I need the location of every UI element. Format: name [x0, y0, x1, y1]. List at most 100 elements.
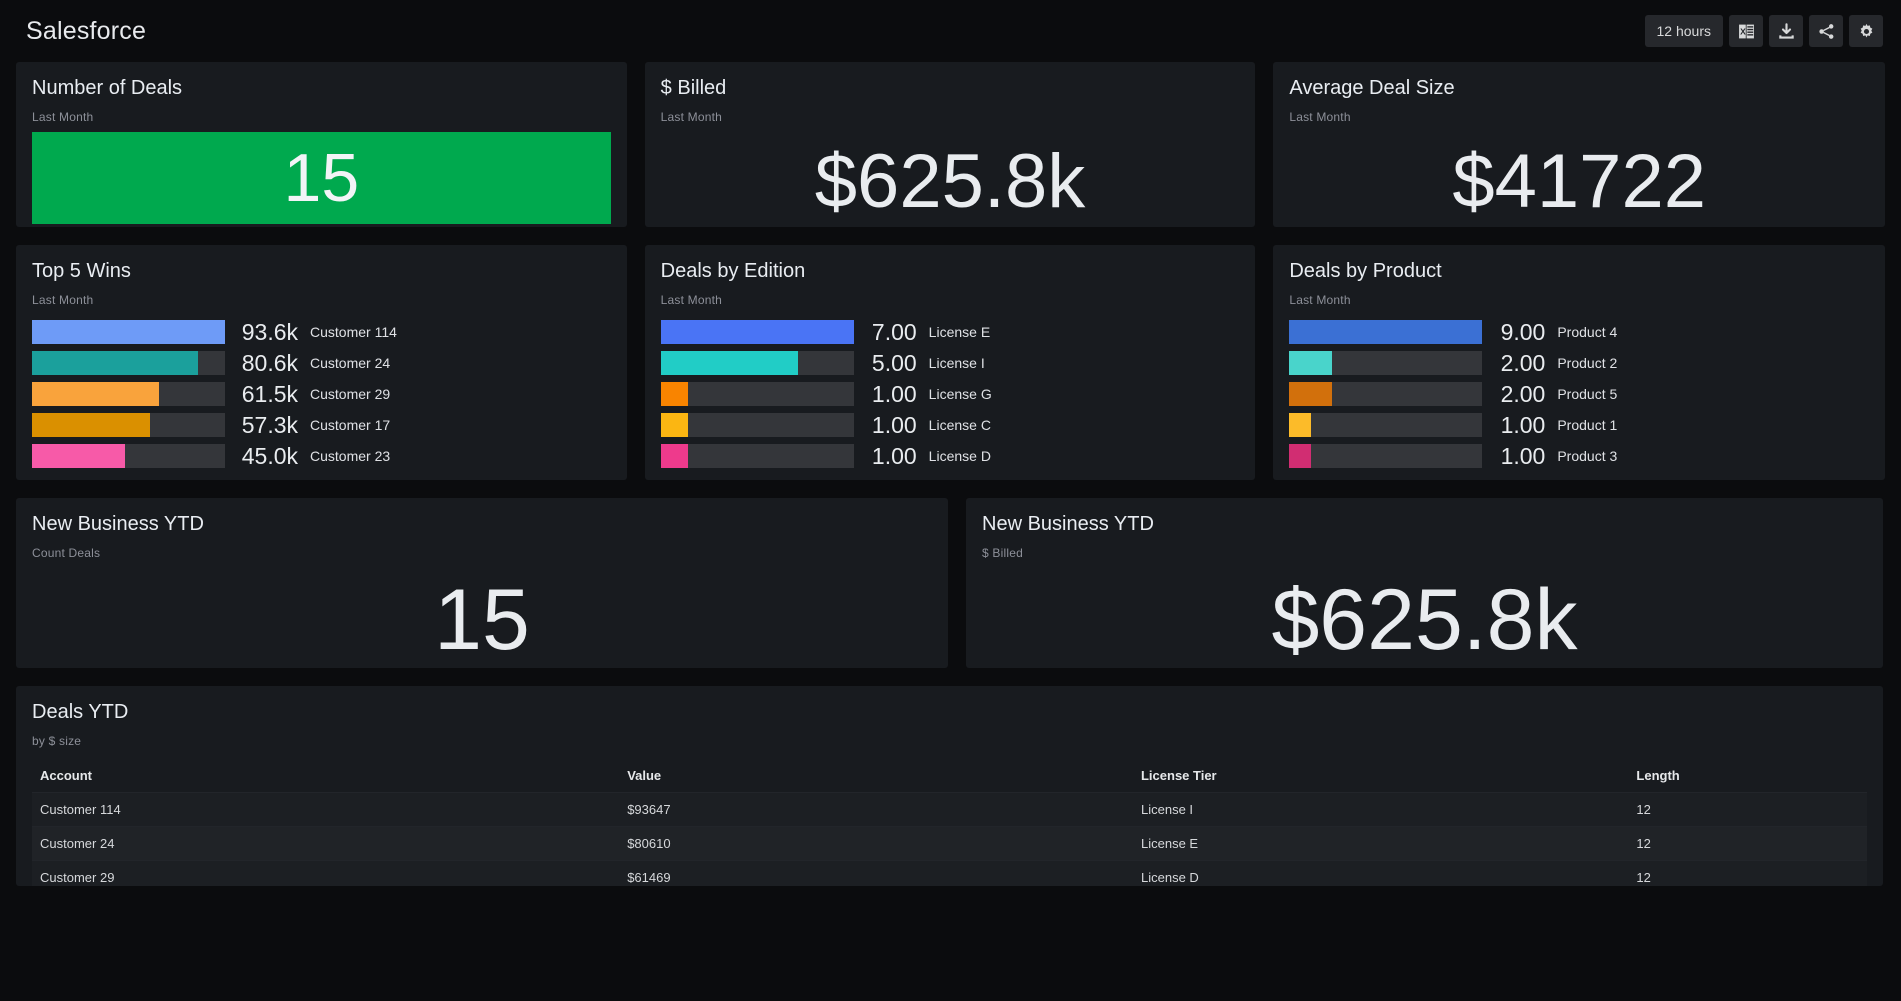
panel-top-5-wins[interactable]: Top 5 Wins Last Month 93.6k Customer 114 8… [16, 245, 627, 480]
bargauge-value: 1.00 [871, 442, 917, 469]
bargauge-fill [32, 444, 125, 468]
table-column-header[interactable]: Length [1628, 762, 1867, 793]
bargauge-value: 1.00 [1500, 442, 1546, 469]
bargauge-value: 45.0k [241, 442, 298, 469]
bargauge-track [660, 413, 854, 437]
panel-subtitle: Count Deals [32, 546, 101, 560]
table-row[interactable]: Customer 114 $93647 License I 12 [32, 792, 1867, 827]
deals-ytd-table: Account Value License Tier Length Customer … [32, 762, 1867, 886]
table-column-header[interactable]: Value [619, 762, 1133, 793]
bargauge-row: 9.00 Product 4 [1289, 317, 1869, 347]
bargauge-label: Product 3 [1557, 448, 1618, 464]
table-cell: 12 [1628, 860, 1867, 886]
bargauge-value: 57.3k [241, 411, 298, 438]
table-row[interactable]: Customer 29 $61469 License D 12 [32, 860, 1867, 886]
bargauge-row: 57.3k Customer 17 [32, 410, 611, 440]
bargauge-fill [32, 382, 159, 406]
bargauge-track [1289, 351, 1483, 375]
panel-average-deal-size[interactable]: Average Deal Size Last Month $41722 [1273, 62, 1886, 227]
panel-new-business-billed[interactable]: New Business YTD $ Billed $625.8k [966, 498, 1883, 668]
bargauge-row: 93.6k Customer 114 [32, 317, 611, 347]
bargauge-track [660, 320, 854, 344]
download-icon[interactable] [1769, 15, 1803, 47]
bargauge-track [660, 444, 854, 468]
panel-billed[interactable]: $ Billed Last Month $625.8k [644, 62, 1256, 227]
panel-title: New Business YTD [982, 513, 1154, 535]
bargauge-label: License D [928, 448, 991, 464]
bargauge-row: 1.00 Product 3 [1289, 441, 1869, 471]
stat-value: $625.8k [814, 139, 1086, 224]
bargauge-fill [1289, 351, 1333, 375]
bargauge-fill [660, 382, 689, 406]
panel-subtitle: Last Month [1289, 110, 1351, 124]
panel-subtitle: Last Month [660, 293, 723, 307]
panel-deals-ytd[interactable]: Deals YTD by $ size Account Value License … [16, 686, 1883, 886]
bargauge-fill [1289, 444, 1311, 468]
bargauge-value: 61.5k [241, 380, 298, 407]
bargauge-label: License I [928, 355, 985, 371]
table-column-header[interactable]: License Tier [1133, 762, 1628, 793]
panel-subtitle: Last Month [1289, 293, 1351, 307]
bargauge-fill [1289, 320, 1483, 344]
bargauge-track [660, 351, 854, 375]
bargauge-label: Customer 29 [310, 386, 391, 402]
bargauge-track [660, 382, 854, 406]
bargauge-label: Product 4 [1557, 324, 1618, 340]
bargauge-label: Product 5 [1557, 386, 1618, 402]
panel-title: Top 5 Wins [32, 260, 131, 282]
bargauge-value: 9.00 [1500, 318, 1546, 345]
ytd-row: New Business YTD Count Deals 15 New Busi… [16, 498, 1885, 668]
bargauge-row: 61.5k Customer 29 [32, 379, 611, 409]
bargauge-fill [32, 413, 151, 437]
bargauge-fill [660, 413, 689, 437]
stat-green-bar: 15 [32, 132, 611, 224]
bargauge-label: Product 2 [1557, 355, 1618, 371]
table-header-row: Account Value License Tier Length [32, 762, 1867, 793]
bargauge-label: License G [928, 386, 992, 402]
panel-subtitle: Last Month [32, 110, 94, 124]
excel-export-icon[interactable]: X [1729, 15, 1763, 47]
panel-deals-by-edition[interactable]: Deals by Edition Last Month 7.00 License … [644, 245, 1256, 480]
bargauge-fill [660, 444, 689, 468]
bargauge-label: Customer 17 [310, 417, 391, 433]
table-cell: License D [1132, 860, 1629, 886]
bargauge-label: Customer 24 [310, 355, 391, 371]
settings-gear-icon[interactable] [1849, 15, 1883, 47]
bargauge-fill [32, 320, 225, 344]
table-column-header[interactable]: Account [32, 762, 619, 793]
bargauge-row: 1.00 License D [660, 441, 1240, 471]
table-cell: $61469 [619, 860, 1133, 886]
table-cell: 12 [1628, 792, 1867, 827]
share-icon[interactable] [1809, 15, 1843, 47]
panel-subtitle: Last Month [660, 110, 723, 124]
bargauge-track [32, 382, 225, 406]
table-row-wrap: Deals YTD by $ size Account Value License … [16, 686, 1885, 886]
panel-title: $ Billed [660, 77, 727, 99]
panel-new-business-count[interactable]: New Business YTD Count Deals 15 [16, 498, 948, 668]
panel-number-of-deals[interactable]: Number of Deals Last Month 15 [16, 62, 627, 227]
stat-value-area: $41722 [1289, 130, 1869, 234]
stat-value-area: 15 [32, 564, 932, 676]
bargauge-rows: 7.00 License E 5.00 License I 1.00 License G1… [660, 317, 1240, 471]
bargauge-row: 1.00 Product 1 [1289, 410, 1869, 440]
bargauge-track [32, 413, 225, 437]
stat-value: $625.8k [1271, 572, 1578, 668]
bargauge-track [32, 320, 225, 344]
table-row[interactable]: Customer 24 $80610 License E 12 [32, 826, 1867, 861]
bargauge-rows: 93.6k Customer 114 80.6k Customer 24 61.5k Cu… [32, 317, 611, 471]
bargauge-value: 93.6k [241, 318, 298, 345]
table-head: Account Value License Tier Length [32, 762, 1867, 793]
time-range-button[interactable]: 12 hours [1644, 15, 1723, 47]
stat-row: Number of Deals Last Month 15 $ Billed L… [16, 62, 1886, 227]
stat-value: 15 [283, 140, 360, 216]
bargauge-row: 2.00 Product 2 [1289, 348, 1869, 378]
dashboard-root: Salesforce 12 hours X Number of Deals La… [0, 0, 1901, 1001]
panel-title: Number of Deals [32, 77, 183, 99]
panel-deals-by-product[interactable]: Deals by Product Last Month 9.00 Product … [1273, 245, 1886, 480]
bargauge-fill [660, 320, 854, 344]
bargauge-label: Product 1 [1557, 417, 1618, 433]
bargauge-track [1289, 413, 1483, 437]
table-cell: Customer 24 [32, 826, 620, 861]
bargauge-value: 1.00 [871, 380, 917, 407]
bargauge-fill [1289, 413, 1311, 437]
